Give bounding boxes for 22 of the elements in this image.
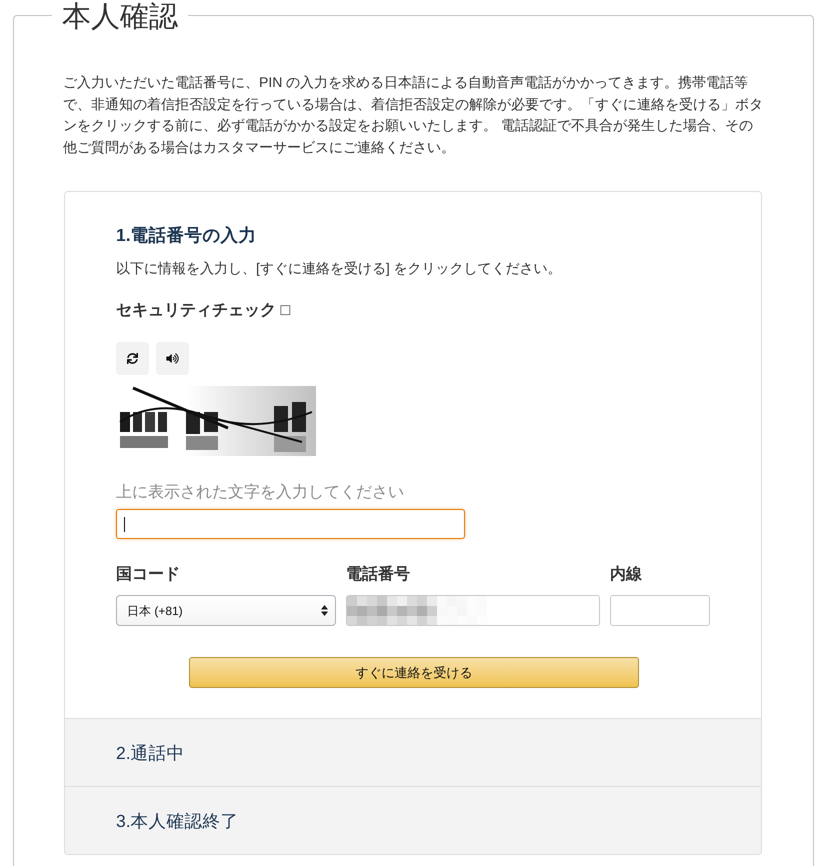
field-label: 内線 [610, 564, 643, 585]
refresh-button[interactable] [116, 342, 149, 375]
field-label: 国コード [116, 565, 181, 585]
step-title: 2.通話中 [116, 742, 185, 764]
refresh-icon [127, 353, 138, 364]
text-input[interactable] [610, 595, 710, 626]
captcha-input[interactable] [116, 509, 465, 539]
text-input[interactable] [346, 595, 600, 626]
audio-button[interactable] [156, 342, 189, 375]
step-title: 3.本人確認終了 [116, 810, 239, 832]
country-code-select[interactable]: 日本 (+81) [116, 595, 336, 626]
instruction-text: 以下に情報を入力し、[すぐに連絡を受ける] をクリックしてください。 [116, 259, 563, 278]
speaker-icon [166, 353, 179, 364]
submit-button[interactable]: すぐに連絡を受ける [189, 657, 639, 688]
text-cursor-icon [124, 516, 125, 532]
sort-arrows-icon [321, 605, 328, 616]
intro-paragraph: ご入力いただいた電話番号に、PIN の入力を求める日本語による自動音声電話がかかってきます。携帯電話等で、非通知の着信拒否設定を行っている場合は、着信拒否設定の解除が必要です。「すぐに連絡を受ける」ボタンをクリックする前に、必ず電話がかかる設定をお願いいたします。 電話認証で不具合が発生した場合、その他ご質問がある場合はカスタマーサービスにご連絡ください。 [63, 73, 764, 156]
captcha-prompt-label: 上に表示された文字を入力してください [116, 482, 405, 503]
field-label: 電話番号 [346, 564, 411, 585]
security-check-label: セキュリティチェック □ [116, 301, 292, 321]
step-title: 1.電話番号の入力 [116, 224, 258, 246]
section-title: 本人確認 [61, 0, 179, 30]
